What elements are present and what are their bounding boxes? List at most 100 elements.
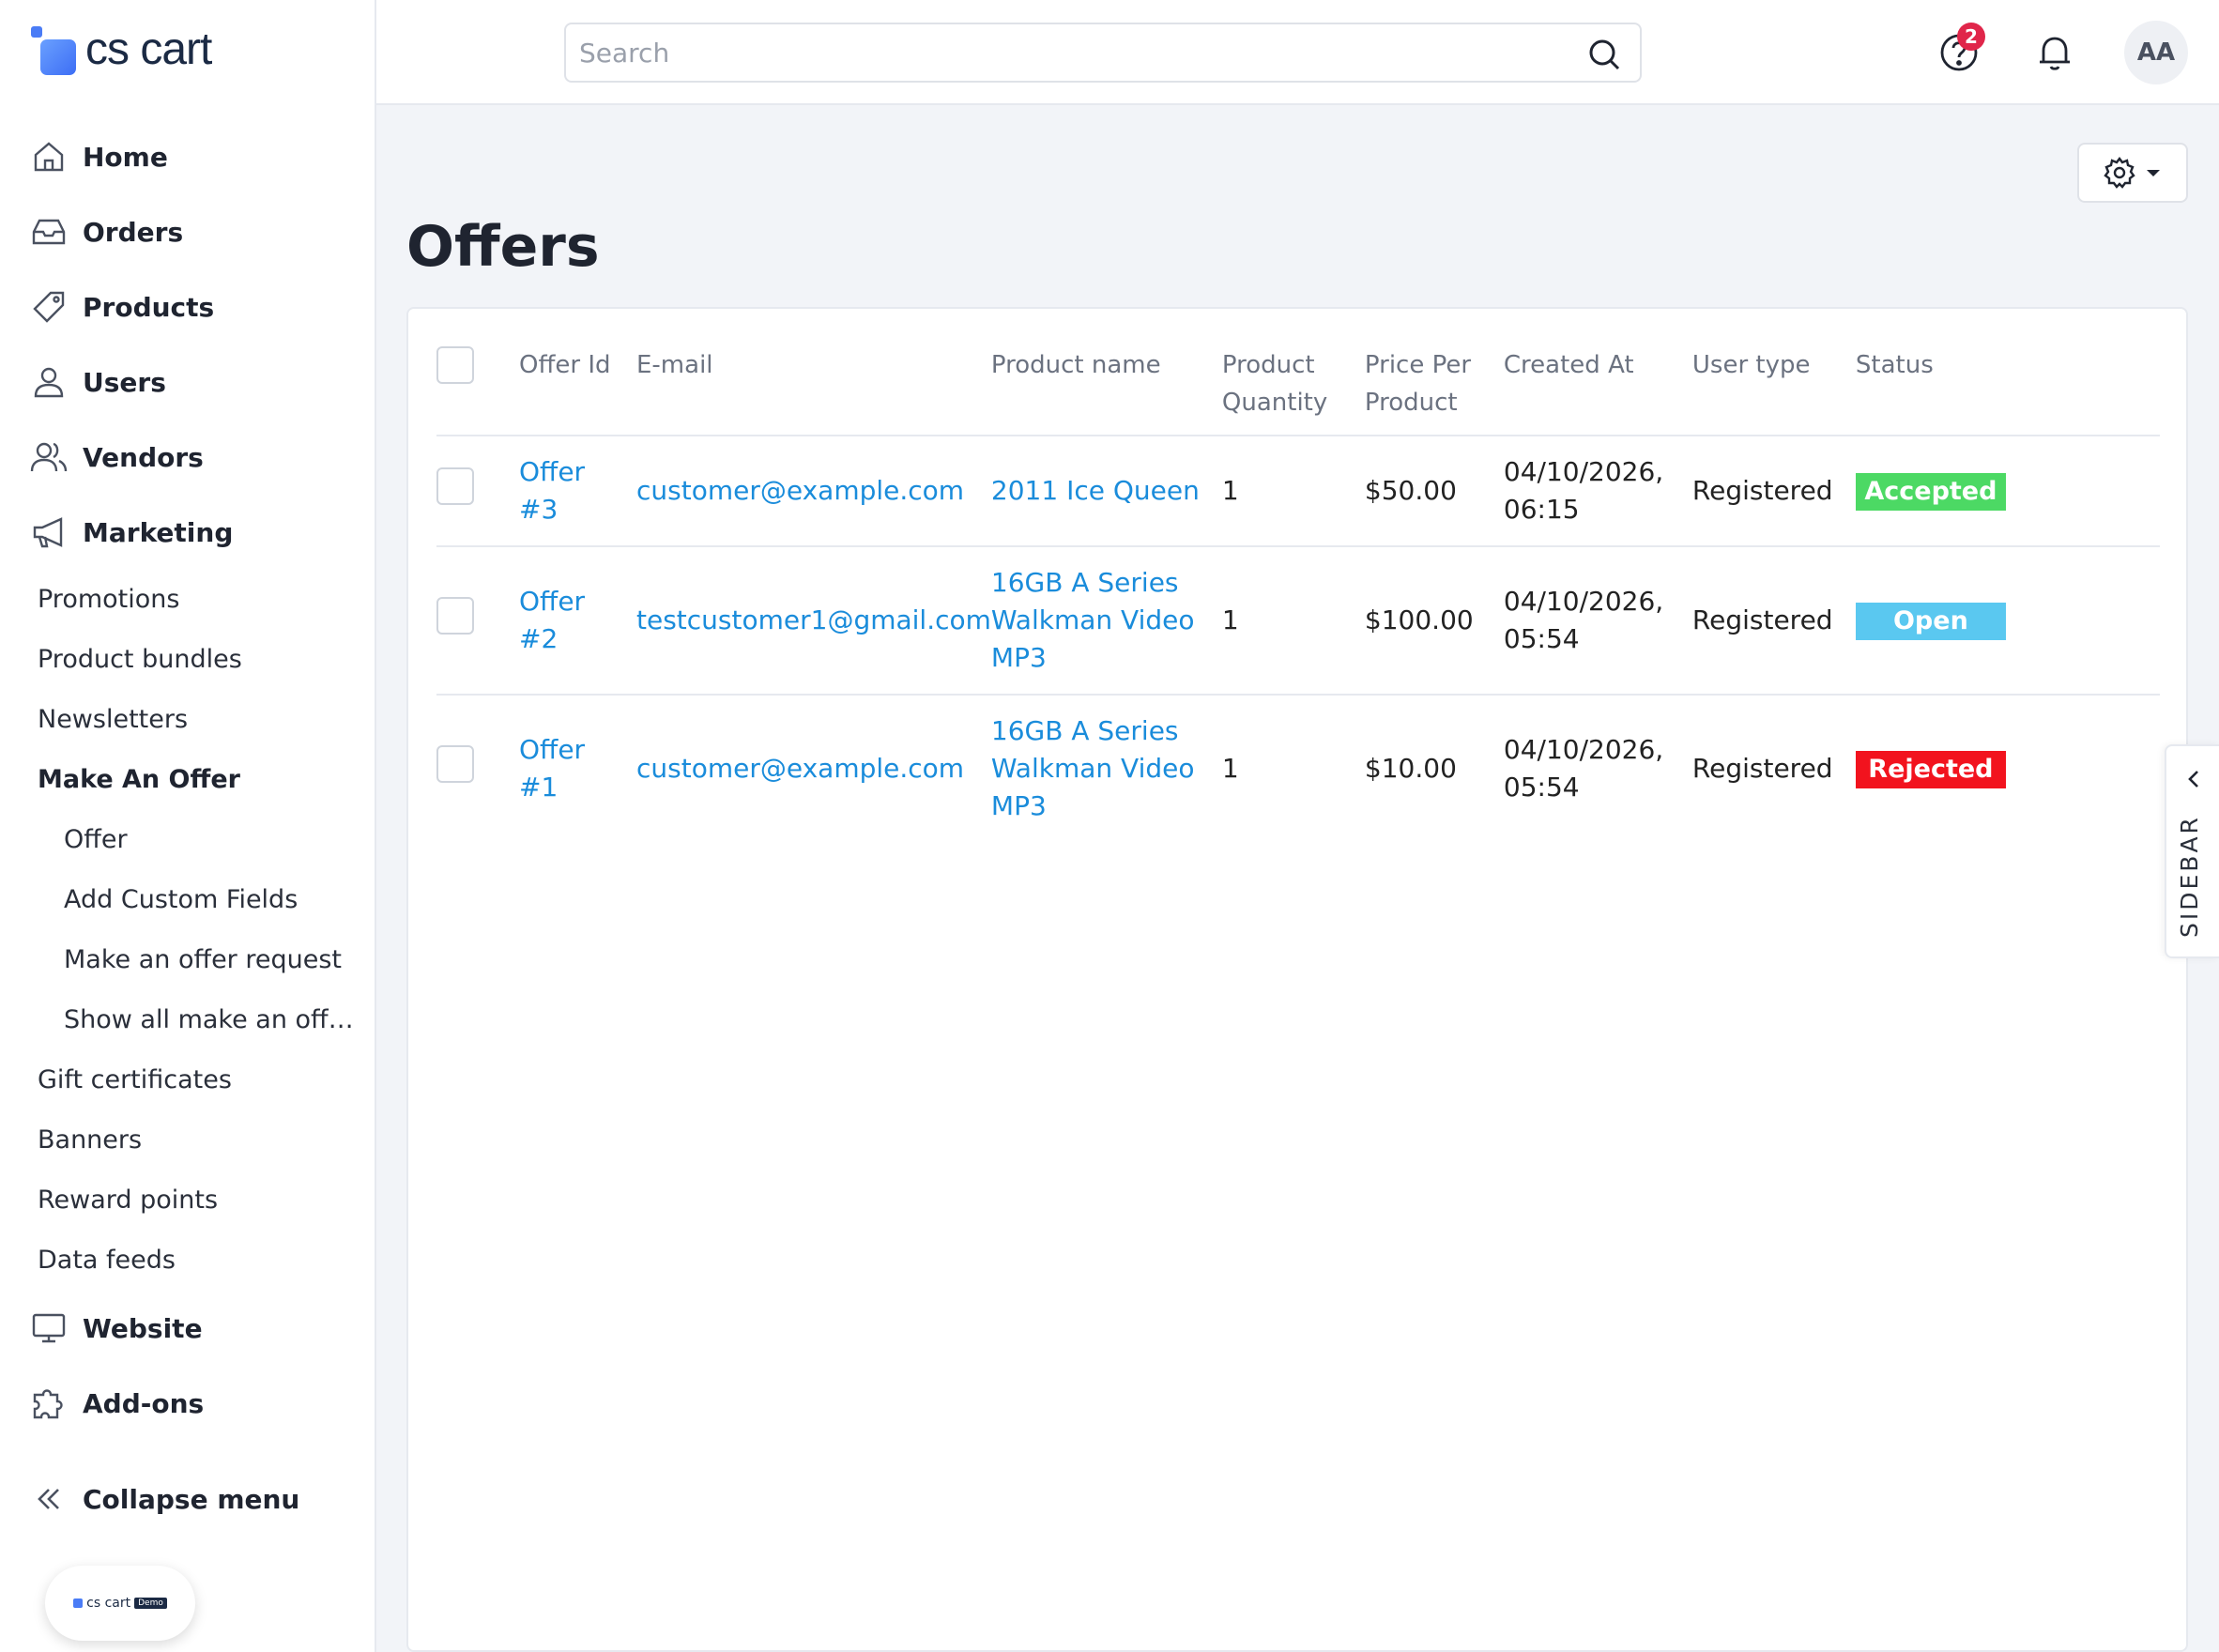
- select-all-checkbox[interactable]: [436, 346, 474, 384]
- caret-down-icon: [2147, 170, 2160, 176]
- table-row: Offer #3 customer@example.com 2011 Ice Q…: [436, 435, 2160, 546]
- product-link[interactable]: 2011 Ice Queen: [990, 435, 1222, 546]
- chevrons-left-icon: [30, 1480, 68, 1518]
- price-cell: $100.00: [1364, 545, 1504, 695]
- settings-dropdown-button[interactable]: [2077, 143, 2188, 203]
- email-link[interactable]: customer@example.com: [636, 694, 991, 842]
- user-type-cell: Registered: [1691, 435, 1856, 546]
- offers-panel: Offer Id E-mail Product name Product Qua…: [406, 307, 2188, 1652]
- col-product-name[interactable]: Product name: [991, 346, 1222, 436]
- brand-logo[interactable]: cs cart: [31, 21, 212, 77]
- sidebar-toggle-label: SIDEBAR: [2176, 815, 2203, 938]
- offer-id-link[interactable]: Offer #2: [519, 545, 636, 695]
- top-header: 2 AA: [376, 0, 2219, 105]
- inbox-icon: [30, 213, 68, 251]
- nav-marketing-label: Marketing: [83, 516, 234, 548]
- user-icon: [30, 363, 68, 401]
- brand-mini-tag: Demo: [134, 1598, 167, 1609]
- nav-show-all-requests[interactable]: Show all make an offer requests: [64, 1002, 355, 1039]
- user-type-cell: Registered: [1691, 694, 1856, 842]
- offers-table: Offer Id E-mail Product name Product Qua…: [436, 346, 2160, 842]
- product-link[interactable]: 16GB A Series Walkman Video MP3: [990, 694, 1222, 842]
- nav-banners[interactable]: Banners: [38, 1122, 142, 1159]
- nav-product-bundles[interactable]: Product bundles: [38, 641, 242, 679]
- nav-addons-label: Add-ons: [83, 1387, 205, 1419]
- status-badge[interactable]: Rejected: [1855, 750, 2006, 788]
- status-badge[interactable]: Accepted: [1855, 472, 2006, 511]
- created-cell: 04/10/2026, 06:15: [1503, 435, 1692, 546]
- email-link[interactable]: testcustomer1@gmail.com: [636, 545, 991, 695]
- col-product-quantity[interactable]: Product Quantity: [1222, 346, 1365, 436]
- cs-cart-logo-icon: [31, 26, 76, 75]
- brand-mini-badge[interactable]: cs cart Demo: [45, 1566, 195, 1641]
- offer-id-link[interactable]: Offer #3: [519, 435, 636, 546]
- col-offer-id[interactable]: Offer Id: [519, 346, 636, 436]
- collapse-menu-button[interactable]: Collapse menu: [30, 1476, 299, 1522]
- nav-products-label: Products: [83, 291, 215, 323]
- nav-data-feeds[interactable]: Data feeds: [38, 1242, 176, 1279]
- monitor-icon: [30, 1309, 68, 1347]
- tag-icon: [30, 288, 68, 326]
- row-checkbox[interactable]: [436, 744, 474, 783]
- quantity-cell: 1: [1221, 435, 1365, 546]
- status-badge[interactable]: Open: [1855, 602, 2006, 640]
- col-email[interactable]: E-mail: [636, 346, 991, 436]
- col-price-per-product[interactable]: Price Per Product: [1365, 346, 1504, 436]
- search-box: [564, 23, 1642, 83]
- nav-orders[interactable]: Orders: [30, 208, 183, 255]
- col-created-at[interactable]: Created At: [1504, 346, 1692, 436]
- nav-products[interactable]: Products: [30, 283, 214, 330]
- nav-add-custom-fields[interactable]: Add Custom Fields: [64, 881, 355, 919]
- gear-icon: [2104, 157, 2135, 189]
- table-row: Offer #1 customer@example.com 16GB A Ser…: [436, 694, 2160, 842]
- nav-gift-certificates[interactable]: Gift certificates: [38, 1062, 232, 1099]
- email-link[interactable]: customer@example.com: [636, 435, 991, 546]
- nav-website[interactable]: Website: [30, 1305, 203, 1352]
- table-row: Offer #2 testcustomer1@gmail.com 16GB A …: [436, 545, 2160, 695]
- bell-icon[interactable]: [2034, 32, 2075, 73]
- product-link[interactable]: 16GB A Series Walkman Video MP3: [990, 545, 1222, 695]
- megaphone-icon: [30, 513, 68, 551]
- search-icon[interactable]: [1587, 38, 1621, 71]
- brand-mini-name: cs cart: [86, 1596, 131, 1611]
- chevron-left-icon: [2188, 771, 2198, 788]
- nav-make-an-offer[interactable]: Make An Offer: [38, 761, 240, 799]
- nav-home-label: Home: [83, 141, 168, 173]
- row-checkbox[interactable]: [436, 596, 474, 635]
- nav-home[interactable]: Home: [30, 133, 168, 180]
- created-cell: 04/10/2026, 05:54: [1503, 545, 1692, 695]
- user-avatar[interactable]: AA: [2124, 21, 2188, 84]
- col-user-type[interactable]: User type: [1692, 346, 1856, 436]
- brand-name: cs cart: [85, 23, 212, 74]
- table-header-row: Offer Id E-mail Product name Product Qua…: [436, 346, 2160, 436]
- row-checkbox[interactable]: [436, 467, 474, 505]
- nav-marketing[interactable]: Marketing: [30, 509, 233, 556]
- nav-reward-points[interactable]: Reward points: [38, 1182, 218, 1219]
- nav-promotions[interactable]: Promotions: [38, 581, 179, 619]
- nav-newsletters[interactable]: Newsletters: [38, 701, 188, 739]
- nav-users[interactable]: Users: [30, 359, 166, 405]
- help-count-badge: 2: [1957, 23, 1985, 51]
- quantity-cell: 1: [1221, 545, 1365, 695]
- nav-make-an-offer-request[interactable]: Make an offer request: [64, 941, 355, 979]
- nav-vendors[interactable]: Vendors: [30, 434, 204, 481]
- user-type-cell: Registered: [1691, 545, 1856, 695]
- nav-website-label: Website: [83, 1312, 203, 1344]
- quantity-cell: 1: [1221, 694, 1365, 842]
- right-sidebar-toggle[interactable]: SIDEBAR: [2165, 744, 2219, 958]
- cs-cart-mini-logo-icon: [73, 1598, 84, 1608]
- created-cell: 04/10/2026, 05:54: [1503, 694, 1692, 842]
- col-status[interactable]: Status: [1856, 346, 2160, 436]
- nav-offer[interactable]: Offer: [64, 821, 355, 859]
- nav-orders-label: Orders: [83, 216, 184, 248]
- nav-addons[interactable]: Add-ons: [30, 1380, 204, 1427]
- puzzle-icon: [30, 1384, 68, 1422]
- collapse-menu-label: Collapse menu: [83, 1483, 300, 1515]
- nav-users-label: Users: [83, 366, 166, 398]
- home-icon: [30, 138, 68, 176]
- search-input[interactable]: [566, 37, 1561, 69]
- offer-id-link[interactable]: Offer #1: [519, 694, 636, 842]
- price-cell: $10.00: [1364, 694, 1504, 842]
- main-sidebar: cs cart Home Orders Products Users Vendo…: [0, 0, 376, 1652]
- users-group-icon: [30, 438, 68, 476]
